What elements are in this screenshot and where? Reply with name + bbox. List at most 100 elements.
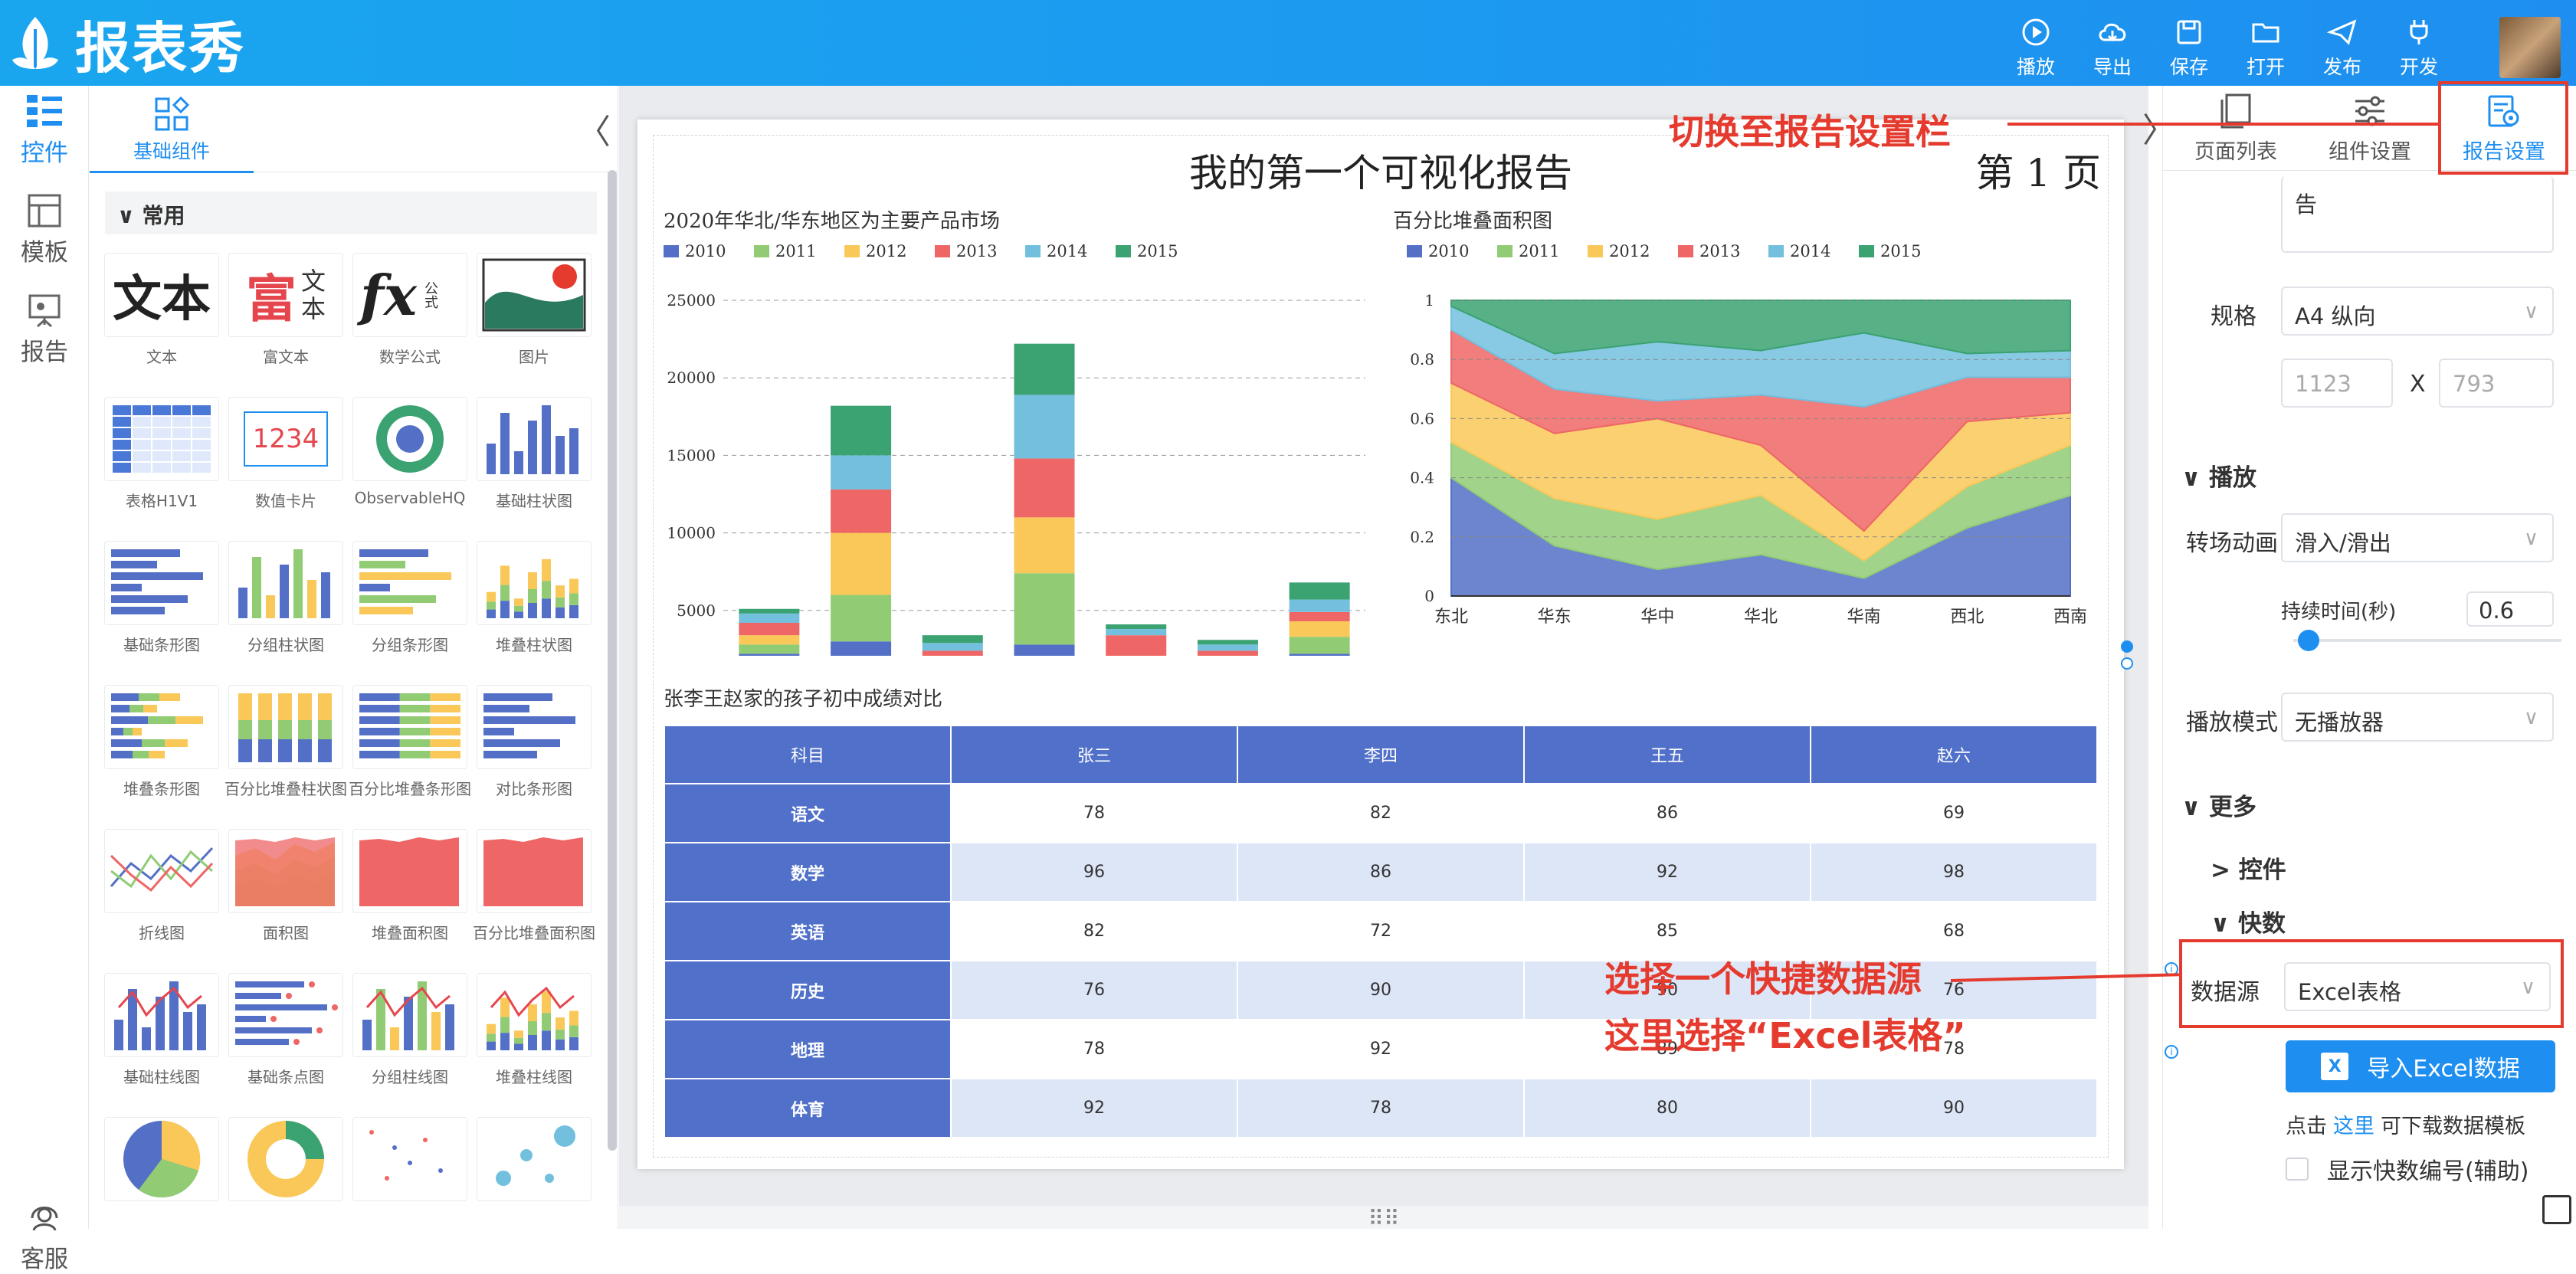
section-widgets[interactable]: > 控件: [2211, 850, 2286, 885]
component-item[interactable]: 面积图: [224, 829, 347, 943]
stacked-bar-chart[interactable]: 2010201120122013201420150500010000150002…: [653, 227, 1381, 656]
bar-segment[interactable]: [1197, 644, 1258, 651]
resize-handle[interactable]: ⠿⠿: [619, 1206, 2148, 1231]
bar-segment[interactable]: [831, 594, 892, 642]
bar-segment[interactable]: [1106, 624, 1167, 630]
group-common[interactable]: ∨ 常用: [105, 192, 597, 234]
panel-scrollbar[interactable]: [608, 170, 617, 1151]
component-item[interactable]: 基础柱线图: [100, 973, 223, 1087]
bar-segment[interactable]: [1014, 343, 1075, 395]
bar-segment[interactable]: [1106, 629, 1167, 636]
legend-item[interactable]: 2012: [1588, 242, 1650, 260]
component-item[interactable]: 百分比堆叠面积图: [473, 829, 595, 943]
nav-reports[interactable]: 报告: [0, 293, 89, 367]
publish-button[interactable]: 发布: [2308, 17, 2377, 80]
component-item[interactable]: 百分比堆叠柱状图: [224, 685, 347, 799]
component-item[interactable]: fx 公式 数学公式: [349, 253, 471, 367]
component-item[interactable]: 堆叠面积图: [349, 829, 471, 943]
info-icon[interactable]: i: [2165, 1045, 2178, 1059]
component-item[interactable]: 图片: [473, 253, 595, 367]
bar-segment[interactable]: [1014, 573, 1075, 645]
bar-segment[interactable]: [739, 635, 800, 645]
bar-segment[interactable]: [831, 641, 892, 656]
score-table[interactable]: 科目 张三 李四 王五 赵六 语文 78 82 86 69 数学 96 86 92 98 英语 82 72 85 68…: [664, 725, 2098, 1138]
export-button[interactable]: 导出: [2078, 17, 2147, 80]
bar-segment[interactable]: [1014, 644, 1075, 656]
bar-segment[interactable]: [1197, 640, 1258, 645]
bar-segment[interactable]: [1289, 582, 1350, 600]
play-mode-select[interactable]: 无播放器 ∨: [2281, 693, 2554, 742]
component-item[interactable]: 折线图: [100, 829, 223, 943]
nav-templates[interactable]: 模板: [0, 193, 89, 267]
legend-item[interactable]: 2014: [1025, 242, 1087, 260]
duration-input[interactable]: 0.6: [2466, 591, 2554, 627]
section-more[interactable]: ∨ 更多: [2181, 788, 2256, 822]
component-item[interactable]: 文本 文本: [100, 253, 223, 367]
component-item[interactable]: 分组柱线图: [349, 973, 471, 1087]
bar-segment[interactable]: [1106, 635, 1167, 656]
legend-item[interactable]: 2011: [1497, 242, 1559, 260]
component-item[interactable]: [224, 1117, 347, 1201]
component-item[interactable]: 堆叠柱状图: [473, 541, 595, 655]
selection-handle[interactable]: [2121, 657, 2133, 670]
component-item[interactable]: 基础条点图: [224, 973, 347, 1087]
bar-segment[interactable]: [1289, 637, 1350, 654]
user-avatar[interactable]: [2499, 17, 2561, 78]
legend-item[interactable]: 2013: [1678, 242, 1740, 260]
height-input[interactable]: 793: [2439, 359, 2554, 408]
legend-item[interactable]: 2015: [1859, 242, 1921, 260]
bar-segment[interactable]: [739, 653, 800, 656]
develop-button[interactable]: 开发: [2384, 17, 2453, 80]
import-excel-button[interactable]: X 导入Excel数据: [2286, 1040, 2555, 1092]
component-item[interactable]: [100, 1117, 223, 1201]
percent-area-chart[interactable]: 2010 2011 2012 2013 2014 2015 0 0.2 0.4 0.6 0.8 1 东北…: [1381, 227, 2109, 656]
tab-widget-settings[interactable]: 组件设置: [2305, 86, 2435, 170]
bar-segment[interactable]: [831, 405, 892, 456]
nav-widgets[interactable]: 控件: [0, 93, 89, 168]
bar-segment[interactable]: [1014, 395, 1075, 459]
component-item[interactable]: [349, 1117, 471, 1201]
transition-select[interactable]: 滑入/滑出 ∨: [2281, 513, 2554, 562]
component-item[interactable]: ObservableHQ: [349, 397, 471, 507]
component-item[interactable]: 基础柱状图: [473, 397, 595, 511]
component-item[interactable]: 百分比堆叠条形图: [349, 685, 471, 799]
legend-item[interactable]: 2014: [1768, 242, 1830, 260]
table-row[interactable]: 语文 78 82 86 69: [664, 783, 2098, 843]
bar-segment[interactable]: [1014, 458, 1075, 518]
component-item[interactable]: 堆叠柱线图: [473, 973, 595, 1087]
download-template-link[interactable]: 这里: [2333, 1115, 2374, 1138]
component-item[interactable]: 基础条形图: [100, 541, 223, 655]
bar-segment[interactable]: [1014, 517, 1075, 574]
save-button[interactable]: 保存: [2155, 17, 2224, 80]
legend-item[interactable]: 2011: [754, 242, 816, 260]
checkbox-box[interactable]: [2286, 1158, 2309, 1181]
bar-segment[interactable]: [1197, 650, 1258, 656]
nav-support[interactable]: 客服: [0, 1197, 89, 1274]
bar-segment[interactable]: [922, 635, 983, 644]
component-item[interactable]: [473, 1117, 595, 1201]
table-row[interactable]: 体育 92 78 80 90: [664, 1078, 2098, 1138]
bar-segment[interactable]: [831, 489, 892, 533]
component-item[interactable]: 对比条形图: [473, 685, 595, 799]
resize-corner-icon[interactable]: [2542, 1195, 2571, 1224]
section-play[interactable]: ∨ 播放: [2181, 458, 2256, 493]
legend-item[interactable]: 2015: [1116, 242, 1178, 260]
tab-basic-components[interactable]: 基础组件: [90, 86, 254, 173]
bar-segment[interactable]: [739, 613, 800, 623]
bar-segment[interactable]: [739, 644, 800, 654]
legend-item[interactable]: 2013: [935, 242, 997, 260]
bar-segment[interactable]: [1289, 599, 1350, 612]
report-description-field[interactable]: 告: [2281, 176, 2554, 253]
bar-segment[interactable]: [922, 650, 983, 656]
bar-segment[interactable]: [739, 622, 800, 636]
play-button[interactable]: 播放: [2001, 17, 2070, 80]
app-logo[interactable]: 报表秀: [6, 8, 245, 80]
size-select[interactable]: A4 纵向 ∨: [2281, 287, 2554, 336]
bar-segment[interactable]: [1289, 621, 1350, 637]
width-input[interactable]: 1123: [2281, 359, 2393, 408]
bar-segment[interactable]: [1289, 611, 1350, 621]
legend-item[interactable]: 2012: [844, 242, 906, 260]
table-row[interactable]: 数学 96 86 92 98: [664, 842, 2098, 902]
bar-segment[interactable]: [831, 532, 892, 595]
bar-segment[interactable]: [739, 608, 800, 614]
